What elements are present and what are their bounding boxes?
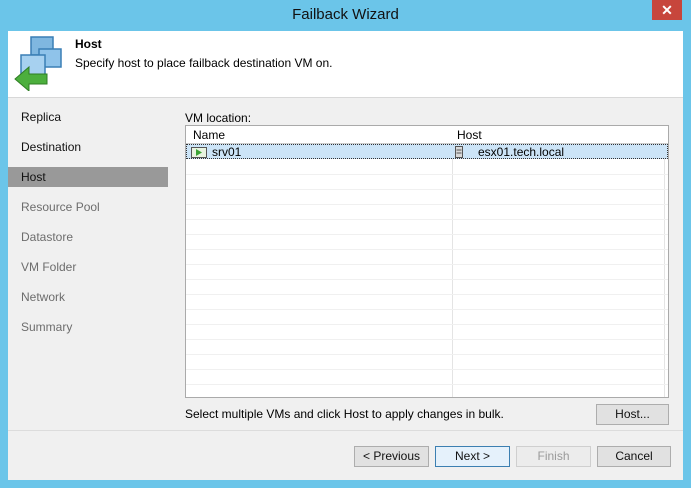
vm-name-cell: srv01 <box>212 145 242 159</box>
wizard-header: Host Specify host to place failback dest… <box>8 31 683 98</box>
nav-item-datastore: Datastore <box>21 230 74 244</box>
failback-wizard-icon <box>14 36 62 91</box>
bulk-hint-text: Select multiple VMs and click Host to ap… <box>185 407 504 421</box>
table-row <box>186 159 668 175</box>
step-title: Host <box>75 37 102 51</box>
wizard-steps-nav: Replica Destination Host Resource Pool D… <box>8 98 170 430</box>
nav-item-summary: Summary <box>21 320 73 334</box>
table-row <box>186 354 668 370</box>
finish-button: Finish <box>516 446 591 467</box>
grid-header: Name Host <box>186 126 668 144</box>
column-header-host[interactable]: Host <box>457 128 482 142</box>
table-row <box>186 174 668 190</box>
column-header-name[interactable]: Name <box>193 128 225 142</box>
table-row <box>186 369 668 385</box>
vm-location-grid[interactable]: Name Host srv01 esx01.tech.local <box>185 125 669 398</box>
table-row <box>186 324 668 340</box>
table-row <box>186 309 668 325</box>
table-row <box>186 234 668 250</box>
table-row <box>186 339 668 355</box>
cancel-button[interactable]: Cancel <box>597 446 671 467</box>
table-row <box>186 219 668 235</box>
table-row <box>186 279 668 295</box>
nav-item-network: Network <box>21 290 66 304</box>
vm-icon <box>191 147 207 158</box>
table-row <box>186 189 668 205</box>
title-bar[interactable]: Failback Wizard ✕ <box>0 0 691 31</box>
table-row <box>186 264 668 280</box>
host-button[interactable]: Host... <box>596 404 669 425</box>
wizard-body: Host Specify host to place failback dest… <box>8 31 683 480</box>
vm-location-label: VM location: <box>185 111 252 125</box>
failback-wizard-window: Failback Wizard ✕ Host Specify host to p… <box>0 0 691 488</box>
server-icon <box>455 146 463 158</box>
table-row <box>186 294 668 310</box>
footer-divider <box>8 430 683 431</box>
previous-button[interactable]: < Previous <box>354 446 429 467</box>
close-button[interactable]: ✕ <box>652 0 682 20</box>
nav-item-replica[interactable]: Replica <box>8 107 168 127</box>
table-row[interactable]: srv01 esx01.tech.local <box>186 144 668 159</box>
table-row <box>186 249 668 265</box>
nav-item-vm-folder: VM Folder <box>21 260 77 274</box>
next-button[interactable]: Next > <box>435 446 510 467</box>
step-description: Specify host to place failback destinati… <box>75 56 333 70</box>
window-title: Failback Wizard <box>292 6 399 23</box>
nav-item-resource-pool: Resource Pool <box>21 200 100 214</box>
nav-item-destination[interactable]: Destination <box>8 137 168 157</box>
table-row <box>186 204 668 220</box>
nav-item-host[interactable]: Host <box>8 167 168 187</box>
host-cell: esx01.tech.local <box>478 145 565 159</box>
